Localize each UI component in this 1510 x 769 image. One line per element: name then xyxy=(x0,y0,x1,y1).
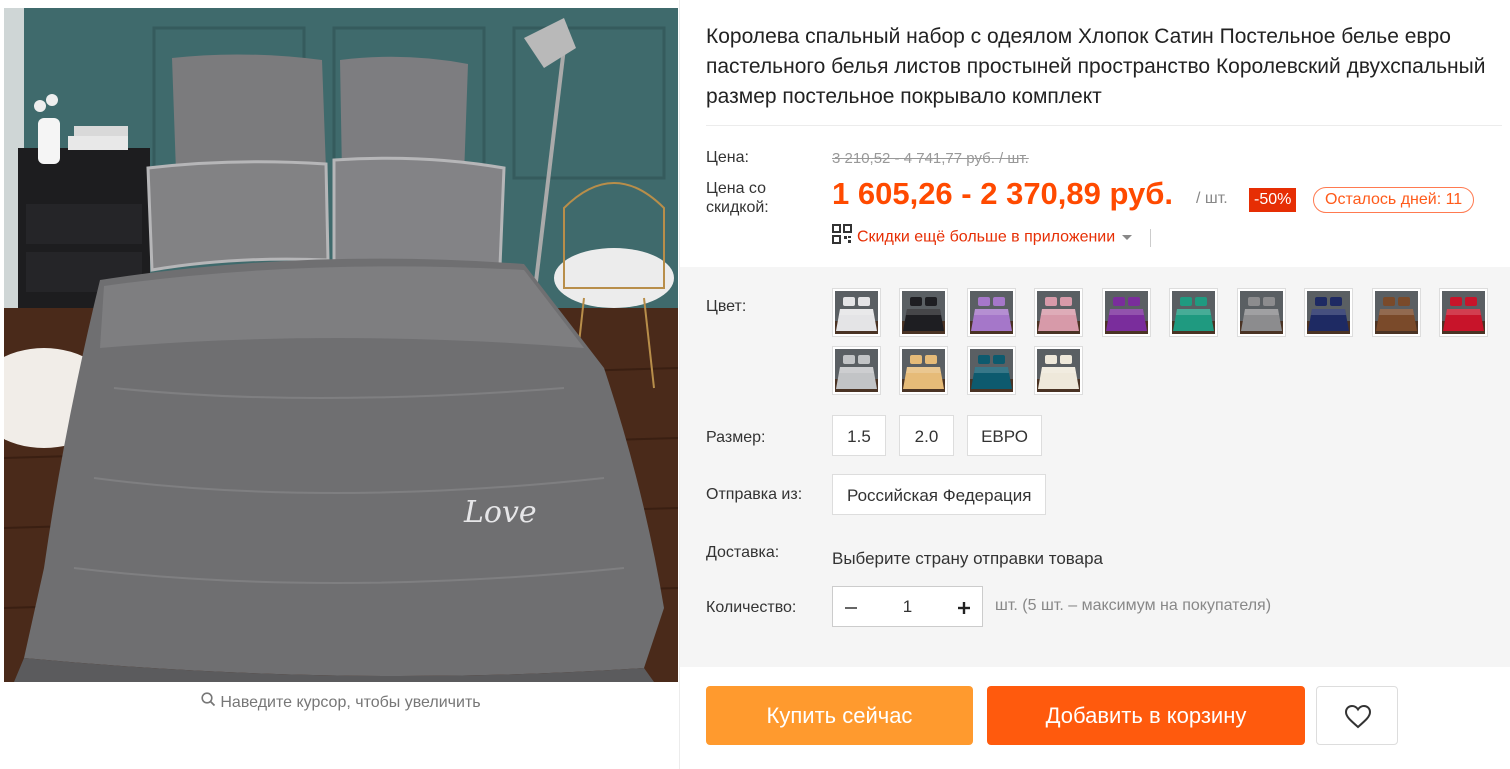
color-swatch-pink[interactable] xyxy=(1034,288,1083,337)
qr-code-icon xyxy=(832,224,852,251)
per-unit-label: / шт. xyxy=(1196,190,1228,207)
buy-now-button[interactable]: Купить сейчас xyxy=(706,686,973,745)
app-promo-link[interactable]: Скидки ещё больше в приложении xyxy=(832,224,1152,247)
heart-icon xyxy=(1344,704,1372,729)
discount-price-label: Цена со скидкой: xyxy=(706,180,769,216)
ship-from-option[interactable]: Российская Федерация xyxy=(832,474,1047,515)
color-label: Цвет: xyxy=(706,298,747,315)
search-icon xyxy=(201,692,216,714)
discount-badge: -50% xyxy=(1249,188,1297,212)
color-swatch-green[interactable] xyxy=(1169,288,1218,337)
ship-from-label: Отправка из: xyxy=(706,486,803,503)
size-option-2-0[interactable]: 2.0 xyxy=(899,415,954,456)
color-swatch-black[interactable] xyxy=(899,288,948,337)
size-option-euro[interactable]: ЕВРО xyxy=(967,415,1042,456)
quantity-label: Количество: xyxy=(706,599,797,616)
quantity-stepper xyxy=(832,586,983,627)
color-swatch-white[interactable] xyxy=(832,288,881,337)
color-swatch-navy[interactable] xyxy=(1304,288,1353,337)
app-promo-text: Скидки ещё больше в приложении xyxy=(857,228,1116,246)
product-title: Королева спальный набор с одеялом Хлопок… xyxy=(706,25,1486,108)
promo-separator xyxy=(1150,228,1152,247)
title-divider xyxy=(706,125,1502,126)
color-swatch-lavender[interactable] xyxy=(967,288,1016,337)
price-label: Цена: xyxy=(706,149,749,166)
color-swatch-brown[interactable] xyxy=(1372,288,1421,337)
color-swatch-teal[interactable] xyxy=(967,346,1016,395)
plus-icon[interactable] xyxy=(946,587,982,626)
add-to-cart-button[interactable]: Добавить в корзину xyxy=(987,686,1305,745)
color-swatch-gold[interactable] xyxy=(899,346,948,395)
color-swatch-ivory[interactable] xyxy=(1034,346,1083,395)
quantity-input[interactable] xyxy=(869,587,946,626)
color-swatch-red[interactable] xyxy=(1439,288,1488,337)
original-price: 3 210,52 - 4 741,77 руб. / шт. xyxy=(832,150,1029,167)
size-option-1-5[interactable]: 1.5 xyxy=(832,415,886,456)
caret-down-icon xyxy=(1122,235,1133,240)
quantity-note: шт. (5 шт. – максимум на покупателя) xyxy=(995,597,1272,614)
delivery-text: Выберите страну отправки товара xyxy=(832,549,1104,568)
discounted-price: 1 605,26 - 2 370,89 руб. xyxy=(832,176,1174,211)
wishlist-button[interactable] xyxy=(1316,686,1398,745)
color-swatch-silver[interactable] xyxy=(832,346,881,395)
minus-icon[interactable] xyxy=(833,587,869,626)
zoom-hint-label: Наведите курсор, чтобы увеличить xyxy=(220,694,481,712)
delivery-label: Доставка: xyxy=(706,544,780,561)
product-main-image[interactable]: Love xyxy=(4,8,678,682)
embroidery-text: Love xyxy=(463,495,537,530)
zoom-hint: Наведите курсор, чтобы увеличить xyxy=(4,692,678,714)
color-swatch-gray[interactable] xyxy=(1237,288,1286,337)
size-label: Размер: xyxy=(706,429,766,446)
days-left-badge: Осталось дней: 11 xyxy=(1313,187,1475,213)
color-swatch-purple[interactable] xyxy=(1102,288,1151,337)
